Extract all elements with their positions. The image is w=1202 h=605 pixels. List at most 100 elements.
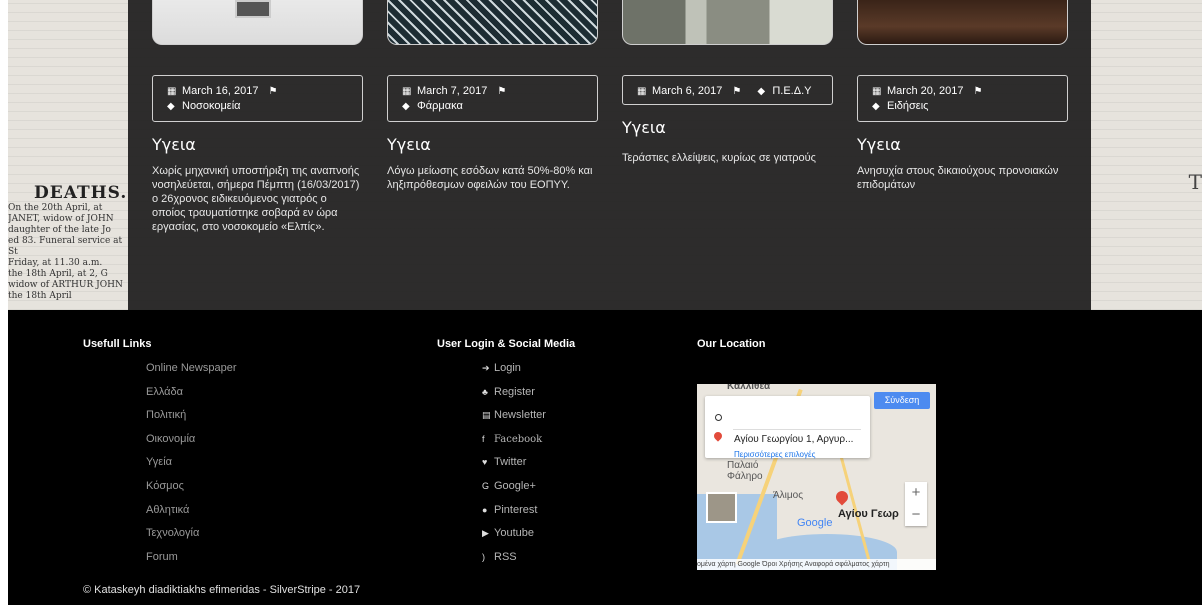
map-signin-button[interactable]: Σύνδεση <box>874 392 930 409</box>
map-attribution[interactable]: ομένα χάρτη Google Όροι Χρήσης Αναφορά σ… <box>697 559 936 570</box>
map-more-options-link[interactable]: Περισσότερες επιλογές <box>734 450 815 459</box>
pin-icon <box>712 430 724 442</box>
article-card[interactable]: ▦ March 7, 2017 ⚑ ◆ Φάρμακα Υγεια Λόγω μείω… <box>387 0 598 191</box>
tag-icon: ◆ <box>402 101 410 112</box>
article-title[interactable]: Υγεια <box>387 135 431 154</box>
deaths-heading: DEATHS. <box>34 183 128 203</box>
articles-panel: ▦ March 16, 2017 ⚑ ◆ Νοσοκομεία Υγεια Χωρίς… <box>128 0 1091 310</box>
newsletter-icon: ▤ <box>482 410 491 421</box>
article-thumbnail[interactable] <box>387 0 598 45</box>
article-category[interactable]: Νοσοκομεία <box>182 100 241 112</box>
footer-link[interactable]: Υγεία <box>146 454 237 478</box>
comments-icon[interactable]: ⚑ <box>268 84 279 99</box>
article-thumbnail[interactable] <box>152 0 363 45</box>
article-title[interactable]: Υγεια <box>857 135 901 154</box>
old-print-line: On the 20th April, at <box>8 203 103 213</box>
link-label: RSS <box>494 550 517 563</box>
article-date: March 16, 2017 <box>182 85 259 97</box>
zoom-in-button[interactable]: + <box>905 482 927 504</box>
facebook-icon: f <box>482 433 485 444</box>
article-excerpt: Τεράστιες ελλείψεις, κυρίως σε γιατρούς <box>622 152 816 164</box>
zoom-control: + − <box>905 482 927 526</box>
old-print-line: daughter of the late Jo <box>8 225 111 235</box>
pinterest-link[interactable]: ● Pinterest <box>482 502 546 526</box>
link-label: Youtube <box>494 527 534 540</box>
article-thumbnail[interactable] <box>622 0 833 45</box>
footer-link[interactable]: Online Newspaper <box>146 360 237 384</box>
google-plus-link[interactable]: G Google+ <box>482 478 546 502</box>
article-meta: ▦ March 7, 2017 ⚑ ◆ Φάρμακα <box>387 75 598 122</box>
zoom-out-button[interactable]: − <box>905 504 927 526</box>
newsletter-link[interactable]: ▤ Newsletter <box>482 407 546 431</box>
article-meta: ▦ March 20, 2017 ⚑ ◆ Ειδήσεις <box>857 75 1068 122</box>
footer-link[interactable]: Κόσμος <box>146 478 237 502</box>
article-excerpt: Χωρίς μηχανική υποστήριξη της αναπνοής ν… <box>152 165 360 233</box>
rss-link[interactable]: ) RSS <box>482 549 546 573</box>
useful-links-title: Usefull Links <box>83 338 152 350</box>
article-excerpt: Ανησυχία στους δικαιούχους προνοιακών επ… <box>857 165 1059 191</box>
article-title[interactable]: Υγεια <box>152 135 196 154</box>
article-meta: ▦ March 6, 2017 ⚑ ◆ Π.Ε.Δ.Υ <box>622 75 833 105</box>
old-print-line: ed 83. Funeral service at St <box>8 236 123 257</box>
comments-icon[interactable]: ⚑ <box>732 84 743 99</box>
youtube-icon: ▶ <box>482 528 489 539</box>
site-footer: Usefull Links Online Newspaper Ελλάδα Πο… <box>8 310 1202 605</box>
article-card[interactable]: ▦ March 20, 2017 ⚑ ◆ Ειδήσεις Υγεια Ανησυχί… <box>857 0 1068 191</box>
article-thumbnail[interactable] <box>857 0 1068 45</box>
satellite-toggle[interactable] <box>706 492 737 523</box>
location-map[interactable]: Καλλιθέα Παλαιό Φάληρο Άλιμος Σύνδεση Αγ… <box>697 384 936 570</box>
origin-icon <box>715 414 722 421</box>
rss-icon: ) <box>482 551 485 562</box>
map-place-label: Αγίου Γεωρ <box>838 508 899 520</box>
old-print-line: Friday, at 11.30 a.m. <box>8 258 103 268</box>
calendar-icon: ▦ <box>872 86 882 97</box>
article-meta: ▦ March 16, 2017 ⚑ ◆ Νοσοκομεία <box>152 75 363 122</box>
social-links-list: ➔ Login ♣ Register ▤ Newsletter f Facebook ♥… <box>482 360 546 572</box>
article-date: March 20, 2017 <box>887 85 964 97</box>
google-logo: Google <box>797 517 833 529</box>
tag-icon: ◆ <box>167 101 175 112</box>
tag-icon: ◆ <box>757 86 766 97</box>
link-label: Google+ <box>494 479 536 492</box>
map-place-card: Αγίου Γεωργίου 1, Αργυρ... Περισσότερες … <box>705 396 870 459</box>
youtube-link[interactable]: ▶ Youtube <box>482 525 546 549</box>
calendar-icon: ▦ <box>402 86 412 97</box>
pinterest-icon: ● <box>482 504 488 515</box>
link-label: Login <box>494 362 521 374</box>
right-letter: T <box>1188 170 1202 194</box>
calendar-icon: ▦ <box>637 86 647 97</box>
article-card[interactable]: ▦ March 16, 2017 ⚑ ◆ Νοσοκομεία Υγεια Χωρίς… <box>152 0 363 233</box>
map-area-label: Παλαιό Φάληρο <box>727 460 763 482</box>
link-label: Facebook <box>494 433 543 445</box>
login-link[interactable]: ➔ Login <box>482 360 546 384</box>
comments-icon[interactable]: ⚑ <box>973 84 984 99</box>
calendar-icon: ▦ <box>167 86 177 97</box>
footer-link[interactable]: Αθλητικά <box>146 502 237 526</box>
link-label: Newsletter <box>494 409 546 422</box>
article-category[interactable]: Ειδήσεις <box>887 100 928 112</box>
old-print-line: JANET, widow of JOHN <box>8 214 114 224</box>
article-excerpt: Λόγω μείωσης εσόδων κατά 50%-80% και ληξ… <box>387 165 593 191</box>
footer-link[interactable]: Ελλάδα <box>146 384 237 408</box>
comments-icon[interactable]: ⚑ <box>497 84 508 99</box>
login-icon: ➔ <box>482 363 490 373</box>
register-icon: ♣ <box>482 386 488 397</box>
article-category[interactable]: Φάρμακα <box>417 100 463 112</box>
article-title[interactable]: Υγεια <box>622 118 666 137</box>
old-print-text: On the 20th April, at JANET, widow of JO… <box>8 203 133 302</box>
footer-link[interactable]: Οικονομία <box>146 431 237 455</box>
link-label: Pinterest <box>494 503 538 516</box>
article-date: March 7, 2017 <box>417 85 488 97</box>
article-category[interactable]: Π.Ε.Δ.Υ <box>772 85 811 97</box>
facebook-link[interactable]: f Facebook <box>482 431 546 455</box>
footer-link[interactable]: Πολιτική <box>146 407 237 431</box>
twitter-link[interactable]: ♥ Twitter <box>482 454 546 478</box>
footer-link[interactable]: Forum <box>146 549 237 573</box>
link-label: Twitter <box>494 456 527 469</box>
register-link[interactable]: ♣ Register <box>482 384 546 408</box>
divider <box>733 429 861 430</box>
social-title: User Login & Social Media <box>437 338 576 350</box>
article-card[interactable]: ▦ March 6, 2017 ⚑ ◆ Π.Ε.Δ.Υ Υγεια Τεράστιες … <box>622 0 833 164</box>
useful-links-list: Online Newspaper Ελλάδα Πολιτική Οικονομ… <box>146 360 237 572</box>
footer-link[interactable]: Τεχνολογία <box>146 525 237 549</box>
